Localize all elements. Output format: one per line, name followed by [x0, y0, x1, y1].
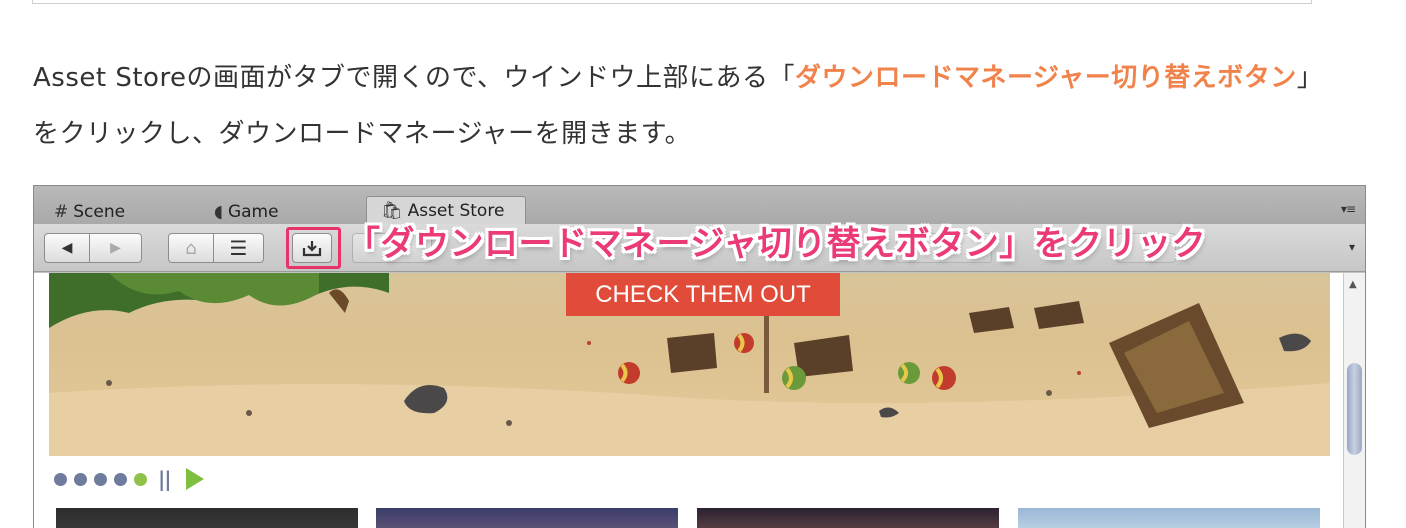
pause-icon[interactable]: ||: [158, 467, 172, 491]
home-button[interactable]: ⌂: [168, 233, 214, 263]
menu-button[interactable]: ☰: [214, 233, 264, 263]
asset-thumbnail[interactable]: [56, 508, 358, 528]
previous-image-frame: [32, 0, 1312, 4]
pacman-icon: ◖: [214, 201, 223, 222]
tab-game[interactable]: ◖ Game: [214, 199, 279, 224]
carousel-dot[interactable]: [94, 472, 107, 486]
tab-scene-label: Scene: [73, 201, 126, 222]
article-text-before: Asset Storeの画面がタブで開くので、ウインドウ上部にある「: [33, 63, 796, 93]
tab-scene[interactable]: # Scene: [54, 199, 125, 224]
tab-menu-icon[interactable]: ▾≡: [1341, 202, 1356, 216]
carousel-controls: ||: [54, 467, 204, 491]
scroll-up-arrow-icon[interactable]: ▲: [1349, 279, 1357, 290]
list-icon: ☰: [229, 236, 248, 260]
beach-banner-image: CHECK THEM OUT: [49, 273, 1330, 456]
tab-game-label: Game: [227, 201, 279, 222]
home-icon: ⌂: [185, 237, 197, 259]
forward-arrow-icon: ▶: [110, 240, 121, 256]
carousel-dot[interactable]: [74, 472, 87, 486]
asset-thumbnail[interactable]: [1018, 508, 1320, 528]
scrollbar-thumb[interactable]: [1347, 363, 1362, 455]
back-arrow-icon: ◀: [61, 240, 73, 256]
carousel-dot[interactable]: [114, 472, 127, 486]
article-paragraph: Asset Storeの画面がタブで開くので、ウインドウ上部にある「ダウンロード…: [33, 50, 1333, 162]
carousel-dot[interactable]: [54, 472, 67, 486]
unity-editor-window: # Scene ◖ Game 🛍 Asset Store ▾≡ ◀ ▶ ⌂ ☰: [33, 185, 1366, 528]
asset-thumbnail[interactable]: [697, 508, 999, 528]
asset-store-content: CHECK THEM OUT ||: [34, 273, 1344, 528]
vertical-scrollbar[interactable]: ▲: [1343, 273, 1365, 528]
back-button[interactable]: ◀: [44, 233, 90, 263]
asset-thumbnail-row: [56, 508, 1326, 528]
annotation-callout: 「ダウンロードマネージャ切り替えボタン」をクリック: [346, 224, 1207, 264]
forward-button[interactable]: ▶: [90, 233, 142, 263]
dropdown-arrow-icon[interactable]: ▾: [1349, 240, 1355, 254]
carousel-dot-active[interactable]: [134, 472, 147, 486]
check-them-out-button[interactable]: CHECK THEM OUT: [566, 273, 840, 316]
download-button-highlight-box: [286, 227, 341, 269]
hash-icon: #: [54, 201, 69, 222]
asset-thumbnail[interactable]: [376, 508, 678, 528]
play-icon[interactable]: [185, 468, 204, 490]
article-highlight: ダウンロードマネージャー切り替えボタン: [795, 63, 1297, 93]
